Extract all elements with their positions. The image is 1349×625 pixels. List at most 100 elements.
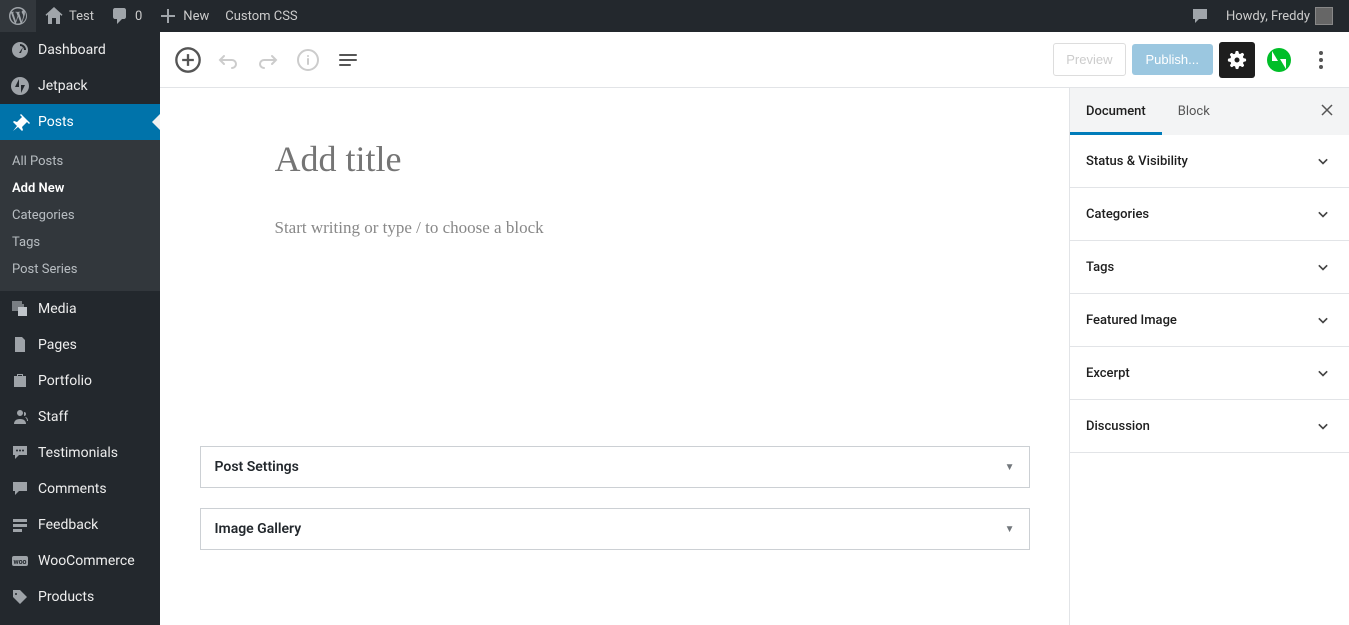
woo-icon: woo	[10, 551, 30, 571]
preview-button[interactable]: Preview	[1053, 43, 1125, 76]
close-icon	[1319, 102, 1335, 118]
comments-icon	[10, 479, 30, 499]
metaboxes: Post Settings ▼ Image Gallery ▼	[180, 446, 1050, 610]
sidebar-item-posts[interactable]: Posts	[0, 104, 160, 140]
sidebar-item-portfolio[interactable]: Portfolio	[0, 363, 160, 399]
panel-section-featured-image[interactable]: Featured Image	[1070, 294, 1349, 347]
info-button[interactable]	[290, 42, 326, 78]
feedback-icon	[10, 515, 30, 535]
chevron-down-icon	[1313, 257, 1333, 277]
tab-block[interactable]: Block	[1162, 88, 1226, 135]
sidebar-item-pages[interactable]: Pages	[0, 327, 160, 363]
admin-bar-left: Test 0 New Custom CSS	[0, 0, 306, 32]
sidebar-item-testimonials[interactable]: Testimonials	[0, 435, 160, 471]
media-icon	[10, 299, 30, 319]
chevron-down-icon	[1313, 363, 1333, 383]
portfolio-icon	[10, 371, 30, 391]
sidebar-item-media[interactable]: Media	[0, 291, 160, 327]
redo-icon	[256, 48, 280, 72]
dashboard-icon	[10, 40, 30, 60]
wordpress-icon	[8, 6, 28, 26]
custom-css-link[interactable]: Custom CSS	[217, 0, 305, 32]
comment-icon	[110, 6, 130, 26]
editor-tools-right: Preview Publish...	[1053, 42, 1339, 78]
admin-bar-right: Howdy, Freddy	[1182, 0, 1341, 32]
sidebar-item-products[interactable]: Products	[0, 579, 160, 615]
comments-link[interactable]: 0	[102, 0, 150, 32]
panel-section-tags[interactable]: Tags	[1070, 241, 1349, 294]
posts-submenu: All Posts Add New Categories Tags Post S…	[0, 140, 160, 291]
redo-button[interactable]	[250, 42, 286, 78]
more-options-button[interactable]	[1303, 42, 1339, 78]
home-icon	[44, 6, 64, 26]
sidebar-item-staff[interactable]: Staff	[0, 399, 160, 435]
editor-body: Start writing or type / to choose a bloc…	[160, 88, 1349, 625]
jetpack-button[interactable]	[1261, 42, 1297, 78]
tab-document[interactable]: Document	[1070, 88, 1162, 135]
sidebar-item-dashboard[interactable]: Dashboard	[0, 32, 160, 68]
add-block-button[interactable]	[170, 42, 206, 78]
comments-count: 0	[135, 9, 142, 24]
post-title-input[interactable]	[275, 138, 955, 180]
panel-section-status[interactable]: Status & Visibility	[1070, 135, 1349, 188]
caret-down-icon: ▼	[1005, 462, 1015, 473]
sidebar-item-feedback[interactable]: Feedback	[0, 507, 160, 543]
chevron-down-icon	[1313, 310, 1333, 330]
sidebar-item-jetpack[interactable]: Jetpack	[0, 68, 160, 104]
plus-circle-icon	[174, 46, 202, 74]
testimonials-icon	[10, 443, 30, 463]
outline-button[interactable]	[330, 42, 366, 78]
jetpack-icon	[10, 76, 30, 96]
site-name: Test	[69, 9, 94, 24]
metabox-post-settings[interactable]: Post Settings ▼	[200, 446, 1030, 488]
chevron-down-icon	[1313, 204, 1333, 224]
new-content[interactable]: New	[150, 0, 217, 32]
panel-section-discussion[interactable]: Discussion	[1070, 400, 1349, 453]
undo-button[interactable]	[210, 42, 246, 78]
list-icon	[336, 48, 360, 72]
submenu-categories[interactable]: Categories	[0, 202, 160, 229]
post-body-input[interactable]: Start writing or type / to choose a bloc…	[275, 210, 955, 246]
submenu-all-posts[interactable]: All Posts	[0, 148, 160, 175]
admin-bar: Test 0 New Custom CSS Howdy, Freddy	[0, 0, 1349, 32]
kebab-icon	[1309, 48, 1333, 72]
site-home[interactable]: Test	[36, 0, 102, 32]
notification-bell[interactable]	[1182, 0, 1218, 32]
settings-toggle-button[interactable]	[1219, 42, 1255, 78]
new-label: New	[183, 9, 209, 24]
chat-icon	[1190, 6, 1210, 26]
gear-icon	[1227, 50, 1247, 70]
jetpack-circle-icon	[1267, 48, 1291, 72]
submenu-tags[interactable]: Tags	[0, 229, 160, 256]
submenu-post-series[interactable]: Post Series	[0, 256, 160, 283]
wordpress-logo[interactable]	[0, 0, 36, 32]
caret-down-icon: ▼	[1005, 524, 1015, 535]
editor-toolbar: Preview Publish...	[160, 32, 1349, 88]
products-icon	[10, 587, 30, 607]
sidebar-item-comments[interactable]: Comments	[0, 471, 160, 507]
panel-section-excerpt[interactable]: Excerpt	[1070, 347, 1349, 400]
publish-button[interactable]: Publish...	[1132, 44, 1213, 75]
settings-panel: Document Block Status & Visibility Categ…	[1069, 88, 1349, 625]
panel-tabs: Document Block	[1070, 88, 1349, 135]
content-area: Preview Publish... Start writing or type…	[160, 32, 1349, 625]
editor-main: Start writing or type / to choose a bloc…	[160, 88, 1069, 625]
submenu-add-new[interactable]: Add New	[0, 175, 160, 202]
close-panel-button[interactable]	[1305, 102, 1349, 122]
chevron-down-icon	[1313, 416, 1333, 436]
admin-sidebar: Dashboard Jetpack Posts All Posts Add Ne…	[0, 32, 160, 625]
info-icon	[296, 48, 320, 72]
pin-icon	[10, 112, 30, 132]
staff-icon	[10, 407, 30, 427]
undo-icon	[216, 48, 240, 72]
pages-icon	[10, 335, 30, 355]
sidebar-item-woocommerce[interactable]: woo WooCommerce	[0, 543, 160, 579]
avatar	[1315, 7, 1333, 25]
editor-tools-left	[170, 42, 366, 78]
panel-section-categories[interactable]: Categories	[1070, 188, 1349, 241]
metabox-image-gallery[interactable]: Image Gallery ▼	[200, 508, 1030, 550]
user-greeting[interactable]: Howdy, Freddy	[1218, 0, 1341, 32]
editor-content: Start writing or type / to choose a bloc…	[255, 88, 975, 266]
plus-icon	[158, 6, 178, 26]
svg-text:woo: woo	[13, 558, 26, 566]
